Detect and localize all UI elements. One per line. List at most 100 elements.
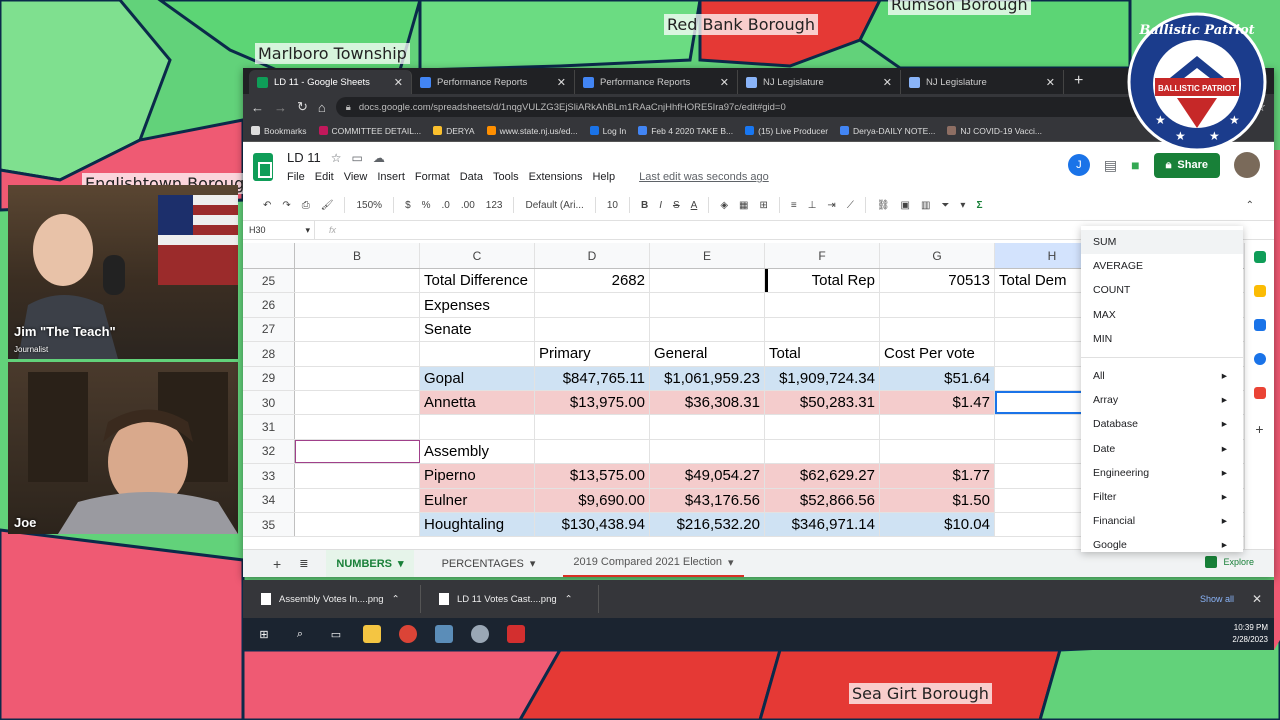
grid-cell[interactable]: $1.77 <box>880 464 995 488</box>
function-min[interactable]: MIN <box>1081 327 1243 351</box>
borders-icon[interactable]: ▦ <box>739 200 748 211</box>
menu-data[interactable]: Data <box>460 171 483 183</box>
url-field[interactable]: 🔒︎ docs.google.com/spreadsheets/d/1nqgVU… <box>335 97 1245 117</box>
close-icon[interactable]: ✕ <box>1252 592 1262 606</box>
row-number[interactable]: 30 <box>243 390 295 415</box>
close-icon[interactable]: ✕ <box>883 76 892 89</box>
bookmark-item[interactable]: Log In <box>589 126 626 136</box>
row-number[interactable]: 31 <box>243 415 295 439</box>
grid-cell[interactable]: $51.64 <box>880 366 995 390</box>
more-formats-button[interactable]: 123 <box>486 200 503 211</box>
task-view-icon[interactable]: ▭ <box>327 625 345 643</box>
all-sheets-icon[interactable]: ≣ <box>299 557 308 570</box>
column-header[interactable]: G <box>880 243 995 268</box>
keep-icon[interactable] <box>1253 285 1266 297</box>
grid-cell[interactable]: $9,690.00 <box>535 488 650 512</box>
home-icon[interactable]: ⌂ <box>318 100 326 115</box>
browser-tab[interactable]: LD 11 - Google Sheets ✕ <box>249 70 412 94</box>
browser-tab[interactable]: NJ Legislature ✕ <box>738 70 901 94</box>
close-icon[interactable]: ✕ <box>557 76 566 89</box>
column-header[interactable]: C <box>420 243 535 268</box>
font-select[interactable]: Default (Ari... <box>525 200 583 211</box>
show-all-button[interactable]: Show all <box>1200 594 1234 604</box>
decrease-decimal-button[interactable]: .0 <box>442 200 450 211</box>
row-number[interactable]: 27 <box>243 317 295 342</box>
grid-cell[interactable] <box>535 415 650 439</box>
close-icon[interactable]: ✕ <box>720 76 729 89</box>
grid-cell[interactable]: Total Difference <box>420 269 535 293</box>
select-all-corner[interactable] <box>243 243 295 268</box>
print-icon[interactable]: ⎙ <box>302 200 310 211</box>
grid-cell[interactable]: Primary <box>535 342 650 366</box>
name-box[interactable]: H30 ▾ <box>243 221 315 239</box>
grid-cell[interactable] <box>765 415 880 439</box>
grid-cell[interactable] <box>295 415 420 439</box>
grid-cell[interactable]: Cost Per vote <box>880 342 995 366</box>
text-wrap-icon[interactable]: ⇥ <box>827 200 835 211</box>
tasks-icon[interactable] <box>1253 319 1266 331</box>
grid-cell[interactable]: $49,054.27 <box>650 464 765 488</box>
menu-file[interactable]: File <box>287 171 305 183</box>
bookmark-item[interactable]: DERYA <box>433 126 475 136</box>
bookmark-item[interactable]: Feb 4 2020 TAKE B... <box>638 126 733 136</box>
function-category[interactable]: Financial ▸ <box>1081 509 1243 533</box>
percent-format-button[interactable]: % <box>422 200 431 211</box>
search-icon[interactable]: ⌕ <box>291 625 309 643</box>
bookmark-item[interactable]: (15) Live Producer <box>745 126 828 136</box>
function-category[interactable]: All ▸ <box>1081 364 1243 388</box>
forward-icon[interactable]: → <box>274 100 287 115</box>
grid-cell[interactable]: $36,308.31 <box>650 390 765 415</box>
contacts-icon[interactable] <box>1253 353 1266 365</box>
grid-cell[interactable]: $1,909,724.34 <box>765 366 880 390</box>
menu-edit[interactable]: Edit <box>315 171 334 183</box>
paint-format-icon[interactable]: 🖌︎ <box>321 200 334 211</box>
grid-cell[interactable]: 2682 <box>535 269 650 293</box>
merge-cells-icon[interactable]: ⊞ <box>759 200 767 211</box>
doc-title[interactable]: LD 11 <box>287 150 321 165</box>
system-clock[interactable]: 10:39 PM 2/28/2023 <box>1232 622 1268 646</box>
bookmark-item[interactable]: COMMITTEE DETAIL... <box>318 126 421 136</box>
grid-cell[interactable] <box>650 269 765 293</box>
column-header[interactable]: D <box>535 243 650 268</box>
browser-tab[interactable]: Performance Reports ✕ <box>412 70 575 94</box>
menu-insert[interactable]: Insert <box>377 171 405 183</box>
app-icon[interactable] <box>471 625 489 643</box>
grid-cell[interactable]: Senate <box>420 317 535 342</box>
sheet-tab-numbers[interactable]: NUMBERS ▾ <box>326 549 414 577</box>
chevron-up-icon[interactable]: ⌃ <box>565 594 573 605</box>
share-button[interactable]: 🔒︎ Share <box>1153 152 1220 178</box>
column-header[interactable]: B <box>295 243 420 268</box>
grid-cell[interactable]: Assembly <box>420 439 535 464</box>
row-number[interactable]: 32 <box>243 439 295 464</box>
row-number[interactable]: 35 <box>243 512 295 537</box>
strikethrough-button[interactable]: S <box>673 200 680 211</box>
back-icon[interactable]: ← <box>251 100 264 115</box>
grid-cell[interactable]: $13,975.00 <box>535 390 650 415</box>
zoom-select[interactable]: 150% <box>356 200 382 211</box>
row-number[interactable]: 25 <box>243 269 295 293</box>
align-left-icon[interactable]: ≡ <box>791 200 797 211</box>
close-icon[interactable]: ✕ <box>1046 76 1055 89</box>
grid-cell[interactable]: $62,629.27 <box>765 464 880 488</box>
grid-cell[interactable] <box>295 464 420 488</box>
grid-cell[interactable] <box>295 390 420 415</box>
grid-cell[interactable] <box>535 293 650 317</box>
function-category[interactable]: Filter ▸ <box>1081 485 1243 509</box>
grid-cell[interactable]: $1.50 <box>880 488 995 512</box>
grid-cell[interactable]: Annetta <box>420 390 535 415</box>
grid-cell[interactable]: Total <box>765 342 880 366</box>
grid-cell[interactable]: $847,765.11 <box>535 366 650 390</box>
fill-color-icon[interactable]: ◈ <box>720 200 728 211</box>
grid-cell[interactable]: 70513 <box>880 269 995 293</box>
function-category[interactable]: Database ▸ <box>1081 412 1243 436</box>
grid-cell[interactable] <box>295 366 420 390</box>
sheets-addon-icon[interactable] <box>1253 251 1266 263</box>
grid-cell[interactable] <box>295 342 420 366</box>
grid-cell[interactable]: Eulner <box>420 488 535 512</box>
menu-view[interactable]: View <box>344 171 368 183</box>
grid-cell[interactable]: $1,061,959.23 <box>650 366 765 390</box>
sheet-tab-percentages[interactable]: PERCENTAGES ▾ <box>432 550 546 578</box>
row-number[interactable]: 26 <box>243 293 295 317</box>
grid-cell[interactable] <box>535 439 650 464</box>
menu-tools[interactable]: Tools <box>493 171 519 183</box>
